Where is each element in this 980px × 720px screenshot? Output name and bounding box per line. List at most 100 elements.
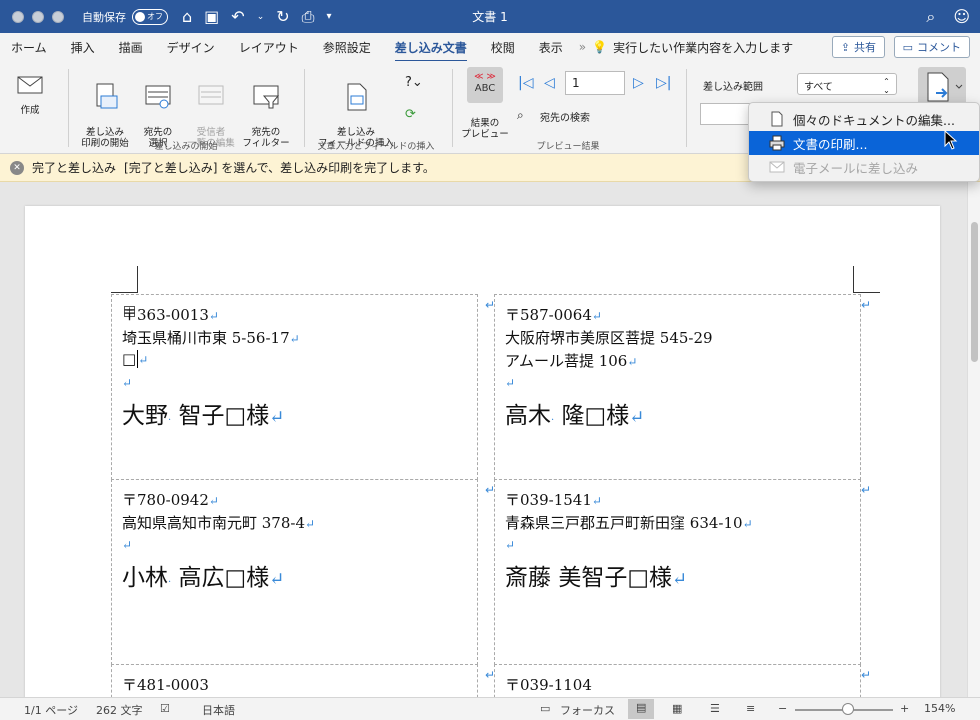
abc-label: ABC [474,83,496,94]
range-from-input[interactable] [700,103,750,125]
label-address2: アムール菩提 106↵ [505,350,637,371]
tab-draw[interactable]: 描画 [119,35,143,60]
record-number-input[interactable]: 1 [565,71,625,95]
focus-mode[interactable]: フォーカス [560,702,615,718]
share-button[interactable]: ⇪ 共有 [831,36,885,58]
menu-item-email-merge[interactable]: 電子メールに差し込み [749,155,979,179]
close-window-button[interactable] [12,10,24,23]
address-text: 大阪府堺市美原区菩提 545-29 [505,329,713,347]
document-area[interactable]: + 〒363-0013↵ 埼玉県桶川市東 5-56-17↵ □ ↵ ↵ 大野· 智… [0,182,967,697]
paragraph-mark-icon: ↵ [138,353,149,367]
printer-icon [769,135,785,151]
zoom-in-icon[interactable]: + [900,702,909,715]
vertical-scrollbar[interactable] [967,182,980,697]
label-zip: 〒039-1541↵ [505,489,602,510]
separator [452,69,453,147]
customize-toolbar-icon[interactable]: ▾ [326,11,331,22]
tab-references[interactable]: 参照設定 [323,35,371,60]
update-labels-icon[interactable]: ⟳ [405,107,416,122]
undo-icon[interactable]: ↶ [231,7,244,26]
tab-layout[interactable]: レイアウト [239,35,299,60]
paragraph-mark-icon: ↵ [122,376,133,390]
web-layout-view-icon[interactable]: ▦ [672,702,682,715]
zoom-level[interactable]: 154% [924,702,955,715]
tell-me-box[interactable]: » 💡 実行したい作業内容を入力します [579,39,793,56]
label-name: 大野· 智子□様↵ [122,403,285,429]
page-count[interactable]: 1/1 ページ [24,702,78,718]
home-icon[interactable]: ⌂ [182,7,192,26]
share-icon: ⇪ [840,40,850,54]
label-name: 小林· 高広□様↵ [122,565,285,591]
first-record-icon[interactable]: |◁ [518,75,533,91]
zip-text: 〒039-1541 [505,491,592,509]
find-recipient-icon[interactable]: ⌕ [517,108,524,123]
tab-view[interactable]: 表示 [539,35,563,60]
first-name: 智子 [178,403,225,429]
tab-mailings[interactable]: 差し込み文書 [394,35,467,62]
insert-merge-field-button[interactable]: 差し込み フィールドの挿入 [316,71,396,149]
zoom-slider-knob[interactable] [842,703,854,715]
paragraph-mark-icon: ↵ [289,332,300,346]
blank-line: ↵ [122,535,132,553]
find-recipient-label[interactable]: 宛先の検索 [540,109,590,124]
crop-mark [111,266,138,293]
rules-icon[interactable]: ?⌄ [405,75,423,90]
label-zip: 〒587-0064↵ [505,304,602,325]
tab-review[interactable]: 校閲 [491,35,515,60]
save-icon[interactable]: ▣ [204,7,219,26]
share-label: 共有 [854,41,876,54]
document-edit-icon [771,111,783,127]
print-layout-view-icon[interactable]: ▤ [628,699,655,719]
comment-button[interactable]: ▭ コメント [893,36,970,58]
previous-record-icon[interactable]: ◁ [544,75,555,91]
filter-recipients-button[interactable]: 宛先の フィルター [240,71,292,149]
paragraph-mark-icon: ↵ [629,407,645,428]
language-indicator[interactable]: 日本語 [202,702,235,718]
menu-item-edit-individual[interactable]: 個々のドキュメントの編集... [749,107,979,131]
label-zip: 〒780-0942↵ [122,489,219,510]
merge-range-select[interactable]: すべて [797,73,897,95]
start-mail-merge-button[interactable]: 差し込み 印刷の開始 [78,71,132,149]
tab-insert[interactable]: 挿入 [71,35,95,60]
outline-view-icon[interactable]: ☰ [710,702,720,715]
tab-home[interactable]: ホーム [11,35,47,60]
draft-view-icon[interactable]: ≡ [746,702,755,715]
address2-text: アムール菩提 106 [505,352,628,370]
document-page[interactable]: + 〒363-0013↵ 埼玉県桶川市東 5-56-17↵ □ ↵ ↵ 大野· 智… [25,206,940,697]
zoom-out-icon[interactable]: − [778,702,787,715]
lightbulb-icon: 💡 [592,40,608,54]
ribbon-tabs: ホーム 挿入 描画 デザイン レイアウト 参照設定 差し込み文書 校閲 表示 »… [0,33,980,62]
word-count[interactable]: 262 文字 [96,702,143,718]
tell-me-text: 実行したい作業内容を入力します [613,40,794,55]
paragraph-mark-icon: ↵ [742,517,753,531]
last-record-icon[interactable]: ▷| [656,75,671,91]
scrollbar-thumb[interactable] [971,222,978,362]
close-infobar-icon[interactable]: ✕ [10,160,24,175]
zip-text: 〒587-0064 [505,306,592,324]
label-name: 高木· 隆□様↵ [505,403,645,429]
search-icon[interactable]: ⌕ [926,7,935,27]
print-icon[interactable]: ⎙ [302,7,315,27]
paragraph-mark-icon: ↵ [269,407,285,428]
blank-line: ↵ [122,373,132,391]
next-record-icon[interactable]: ▷ [633,75,644,91]
more-tabs-icon: » [578,40,587,54]
autosave-toggle[interactable]: オフ [132,8,168,25]
label-zip: 〒481-0003 [122,676,209,694]
zoom-window-button[interactable] [52,10,64,23]
tab-design[interactable]: デザイン [167,35,215,60]
focus-icon[interactable]: ▭ [540,702,550,715]
group-insert-label: 文章入力とフィールドの挿入 [317,142,435,152]
edit-recipient-list-button[interactable]: 受信者 一覧の編集 [184,71,238,149]
preview-results-button[interactable]: ≪ ≫ ABC [467,67,503,103]
title-bar-right: ⌕ ☺ [926,7,970,27]
finish-merge-button[interactable] [918,67,966,107]
smiley-feedback-icon[interactable]: ☺ [953,7,970,27]
proofing-icon[interactable]: ☑ [160,702,170,715]
chevron-down-icon[interactable]: ⌄ [257,12,265,22]
redo-icon[interactable]: ↻ [276,7,289,26]
create-button[interactable]: 作成 [10,71,50,116]
select-recipients-button[interactable]: 宛先の 選択 [136,71,180,149]
minimize-window-button[interactable] [32,10,44,23]
label-address2: □ ↵ [122,350,148,368]
